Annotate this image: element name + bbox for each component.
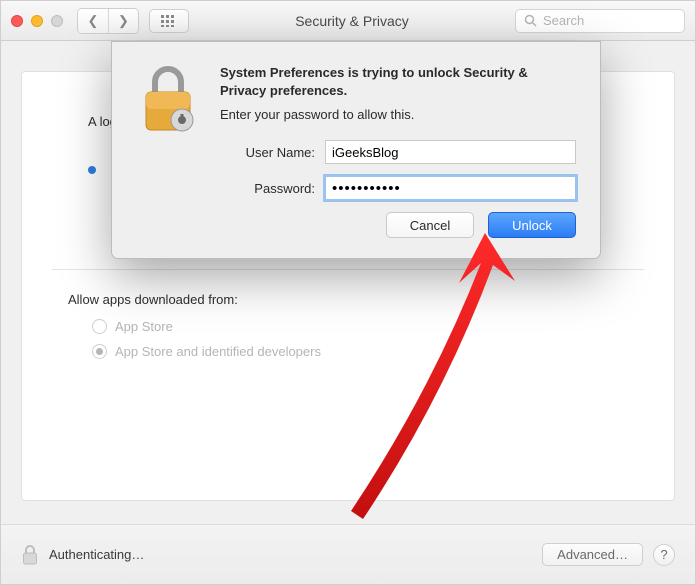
maximize-icon (51, 15, 63, 27)
dialog-subtitle: Enter your password to allow this. (220, 107, 576, 122)
grid-icon (161, 15, 177, 27)
radio-identified: App Store and identified developers (92, 344, 644, 359)
radio-appstore: App Store (92, 319, 644, 334)
lock-status-text: Authenticating… (49, 547, 144, 562)
back-button[interactable]: ❮ (78, 9, 108, 33)
radio-identified-label: App Store and identified developers (115, 344, 321, 359)
search-input[interactable]: Search (515, 9, 685, 33)
password-label: Password: (220, 181, 315, 196)
footer: Authenticating… Advanced… ? (1, 524, 695, 584)
titlebar: ❮ ❯ Security & Privacy Search (1, 1, 695, 41)
page-title: Security & Privacy (189, 13, 515, 29)
search-placeholder: Search (543, 13, 584, 28)
password-input[interactable] (325, 176, 576, 200)
lock-icon[interactable] (21, 544, 39, 566)
lock-icon (136, 64, 202, 238)
username-label: User Name: (220, 145, 315, 160)
search-icon (524, 14, 537, 27)
minimize-icon[interactable] (31, 15, 43, 27)
unlock-button[interactable]: Unlock (488, 212, 576, 238)
radio-icon (92, 319, 107, 334)
selection-indicator (88, 166, 96, 174)
divider (52, 269, 644, 270)
nav-back-forward: ❮ ❯ (77, 8, 139, 34)
forward-button[interactable]: ❯ (108, 9, 138, 33)
dialog-title: System Preferences is trying to unlock S… (220, 64, 576, 99)
radio-icon (92, 344, 107, 359)
advanced-button[interactable]: Advanced… (542, 543, 643, 566)
username-input[interactable] (325, 140, 576, 164)
help-button[interactable]: ? (653, 544, 675, 566)
auth-dialog: System Preferences is trying to unlock S… (111, 41, 601, 259)
show-all-button[interactable] (149, 9, 189, 33)
radio-appstore-label: App Store (115, 319, 173, 334)
traffic-lights (11, 15, 63, 27)
allow-apps-label: Allow apps downloaded from: (68, 292, 644, 307)
cancel-button[interactable]: Cancel (386, 212, 474, 238)
close-icon[interactable] (11, 15, 23, 27)
window: ❮ ❯ Security & Privacy Search A log Allo… (0, 0, 696, 585)
